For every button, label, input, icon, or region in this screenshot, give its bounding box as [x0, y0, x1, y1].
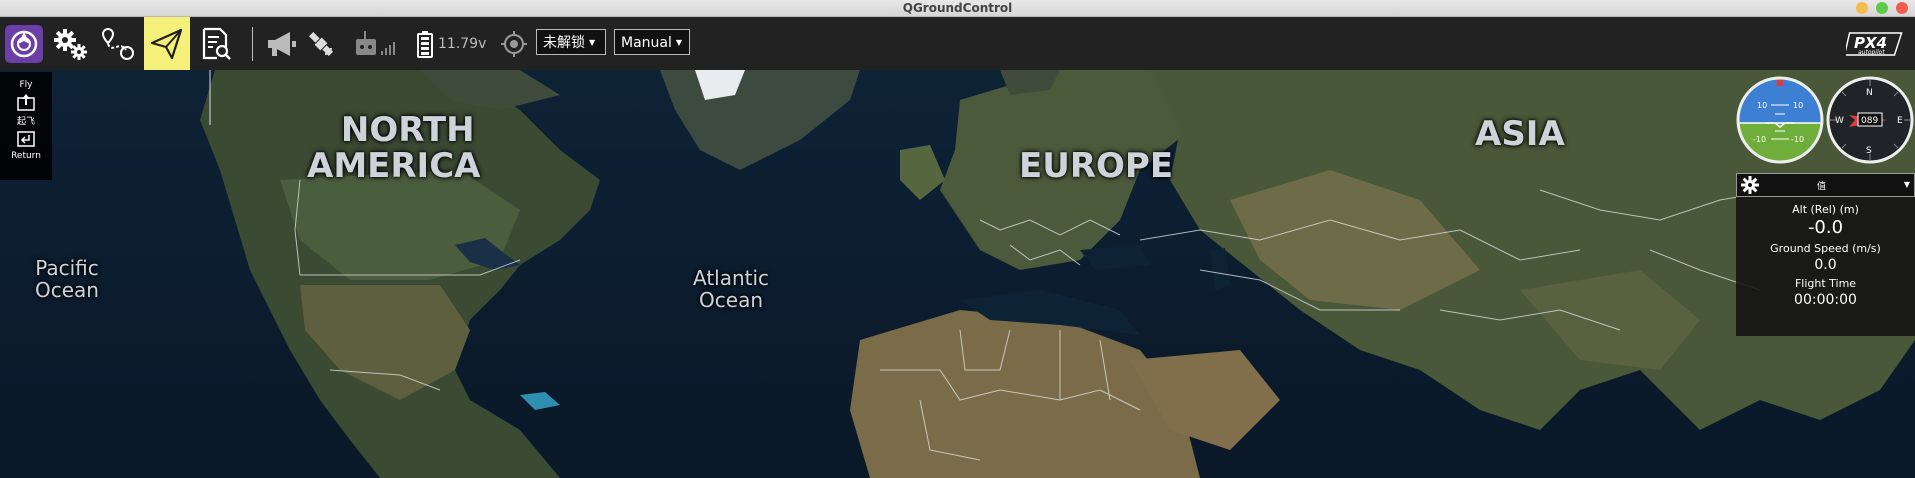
values-panel-header[interactable]: 值 ▼ — [1736, 173, 1915, 197]
crosshair-icon — [501, 30, 527, 57]
window-titlebar: QGroundControl — [0, 0, 1915, 17]
megaphone-icon — [268, 31, 296, 56]
map-label-atlantic-ocean: Atlantic Ocean — [693, 266, 770, 312]
ground-speed-value: 0.0 — [1814, 257, 1837, 273]
compass-indicator: N E S W 089 — [1826, 76, 1914, 164]
satellite-map-image — [0, 70, 1915, 478]
plan-view-button[interactable] — [98, 17, 138, 70]
caret-down-icon: ▼ — [675, 38, 683, 47]
return-button[interactable]: Return — [0, 130, 52, 161]
compass-w: W — [1835, 116, 1844, 126]
compass-e: E — [1897, 116, 1903, 126]
fly-toolstrip: Fly 起飞 Return — [0, 72, 52, 180]
messages-button[interactable] — [264, 17, 300, 70]
pitch-up-right: 10 — [1793, 101, 1803, 110]
window-title: QGroundControl — [902, 1, 1013, 15]
takeoff-label: 起飞 — [16, 117, 35, 127]
rc-rssi-button[interactable] — [352, 17, 402, 70]
battery-indicator[interactable]: 11.79v — [416, 17, 494, 70]
paper-plane-icon — [150, 28, 183, 59]
pitch-down-right: -10 — [1791, 135, 1804, 144]
alt-rel-label: Alt (Rel) (m) — [1792, 203, 1859, 216]
px4-logo: PX4 autopilot — [1845, 17, 1907, 70]
window-maximize-button[interactable] — [1876, 2, 1888, 14]
flight-mode-value: Manual — [621, 35, 672, 51]
window-minimize-button[interactable] — [1856, 2, 1868, 14]
compass-s: S — [1866, 146, 1872, 156]
gps-status-button[interactable] — [304, 17, 338, 70]
arm-status-value: 未解锁 — [543, 35, 585, 51]
fly-view-button[interactable] — [144, 17, 190, 70]
alt-rel-value: -0.0 — [1807, 217, 1844, 238]
toolbar-separator — [252, 27, 253, 61]
flight-time-label: Flight Time — [1794, 277, 1857, 290]
map-label-europe: EUROPE — [1019, 146, 1174, 186]
compass-n: N — [1866, 88, 1873, 98]
telemetry-values-panel: 值 ▼ Alt (Rel) (m) -0.0 Ground Speed (m/s… — [1736, 173, 1915, 336]
fly-toolstrip-title: Fly — [19, 80, 33, 90]
takeoff-icon — [17, 94, 35, 111]
return-label: Return — [11, 151, 41, 161]
rtk-gps-button[interactable] — [498, 17, 530, 70]
flight-time-value: 00:00:00 — [1794, 292, 1857, 308]
caret-down-icon: ▼ — [589, 38, 596, 47]
window-close-button[interactable] — [1896, 2, 1908, 14]
waypoint-route-icon — [101, 27, 134, 60]
ground-speed-label: Ground Speed (m/s) — [1770, 242, 1881, 255]
qgc-logo-icon — [5, 24, 43, 63]
vehicle-setup-button[interactable] — [52, 17, 90, 70]
main-toolbar: 11.79v 未解锁 ▼ Manual ▼ PX4 autopilot — [0, 17, 1915, 70]
map-label-pacific-ocean: Pacific Ocean — [35, 256, 99, 302]
attitude-indicator: 10 10 -10 -10 — [1736, 76, 1824, 164]
battery-icon — [417, 30, 433, 58]
takeoff-button[interactable]: 起飞 — [0, 93, 52, 127]
values-selector-label: 值 — [1817, 182, 1827, 192]
gear-icon — [1741, 176, 1759, 194]
satellite-icon — [308, 31, 334, 56]
map-view[interactable]: NORTH AMERICA EUROPE ASIA Pacific Ocean … — [0, 70, 1915, 478]
heading-value: 089 — [1861, 116, 1878, 126]
pitch-up-left: 10 — [1757, 101, 1767, 110]
map-label-asia: ASIA — [1475, 114, 1565, 154]
svg-text:autopilot: autopilot — [1858, 49, 1885, 56]
qgc-menu-button[interactable] — [3, 17, 45, 70]
pitch-down-left: -10 — [1753, 135, 1766, 144]
return-home-icon — [17, 131, 35, 147]
arm-status-dropdown[interactable]: 未解锁 ▼ — [536, 29, 606, 55]
px4-autopilot-logo: PX4 autopilot — [1846, 31, 1903, 56]
instrument-panel: 10 10 -10 -10 N E S W 089 — [1735, 75, 1915, 170]
battery-voltage: 11.79v — [438, 35, 487, 52]
gears-icon — [54, 28, 87, 60]
map-label-north-america: NORTH AMERICA — [307, 110, 481, 186]
rc-transmitter-icon — [356, 30, 395, 55]
analyze-view-button[interactable] — [196, 17, 236, 70]
caret-down-icon[interactable]: ▼ — [1904, 180, 1910, 189]
flight-mode-dropdown[interactable]: Manual ▼ — [614, 29, 690, 55]
document-search-icon — [202, 27, 231, 60]
